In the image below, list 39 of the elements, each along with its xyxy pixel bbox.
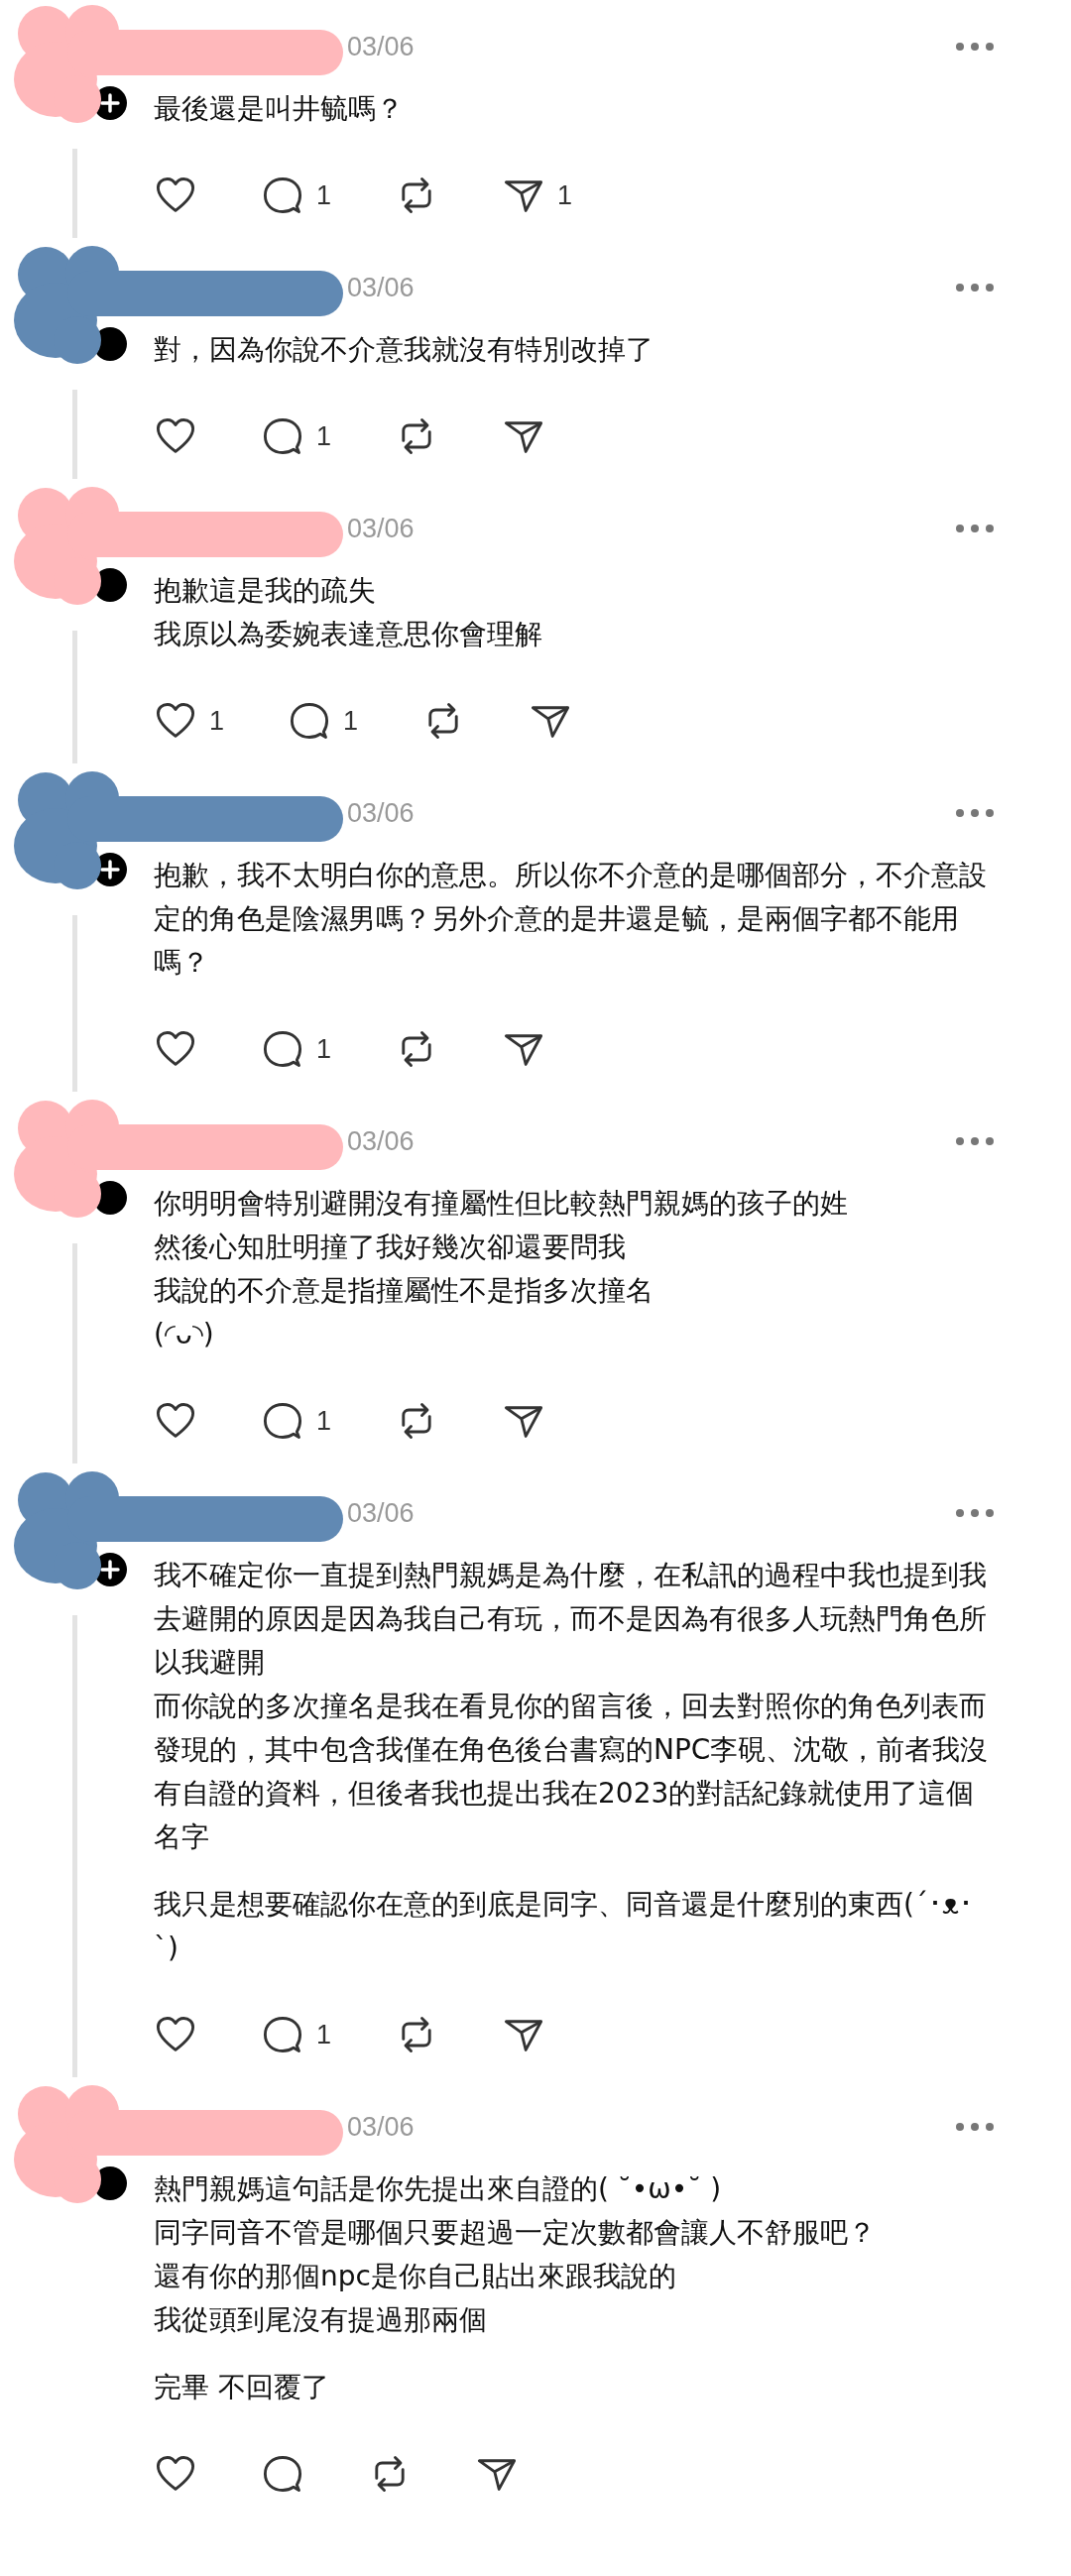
more-options-icon[interactable] (955, 808, 995, 818)
post-text: (◜ᴗ◝) (154, 1317, 215, 1352)
more-options-icon[interactable] (955, 1508, 995, 1518)
post-date: 03/06 (347, 272, 415, 303)
more-options-icon[interactable] (955, 283, 995, 293)
post-text: 我從頭到尾沒有提過那兩個 (154, 2302, 488, 2338)
post-text: 我不確定你一直提到熱門親媽是為什麼，在私訊的過程中我也提到我去避開的原因是因為我自己有玩，而不是因為有很多人玩熱門角色所以我避開 (154, 1558, 988, 1681)
post-text: 最後還是叫井毓嗎？ (154, 91, 405, 127)
share-count: 1 (557, 179, 573, 211)
post-date: 03/06 (347, 1125, 415, 1157)
reply-count: 1 (316, 179, 332, 211)
reply-count: 1 (316, 1405, 332, 1437)
post-text: 還有你的那個npc是你自己貼出來跟我說的 (154, 2259, 677, 2294)
post-date: 03/06 (347, 513, 415, 544)
post-text: 而你說的多次撞名是我在看見你的留言後，回去對照你的角色列表而發現的，其中包含我僅在角色後台書寫的NPC李硯、沈敬，前者我沒有自證的資料，但後者我也提出我在2023的對話紀錄就使用了這個名字 (154, 1689, 990, 1855)
reply-count: 1 (343, 705, 359, 737)
post-date: 03/06 (347, 2111, 415, 2143)
post-text: 同字同音不管是哪個只要超過一定次數都會讓人不舒服吧？ (154, 2215, 877, 2251)
post-text: 抱歉這是我的疏失 (154, 573, 377, 609)
reply-count: 1 (316, 2019, 332, 2050)
like-count: 1 (209, 705, 225, 737)
post-date: 03/06 (347, 31, 415, 62)
reply-count: 1 (316, 420, 332, 452)
post-text: 我說的不介意是指撞屬性不是指多次撞名 (154, 1273, 654, 1309)
post-date: 03/06 (347, 1497, 415, 1529)
post-text: 對，因為你說不介意我就沒有特別改掉了 (154, 332, 654, 368)
post-text: 然後心知肚明撞了我好幾次卻還要問我 (154, 1229, 627, 1265)
reply-count: 1 (316, 1033, 332, 1065)
post-text: 熱門親媽這句話是你先提出來自證的( ˘•ω•˘ ) (154, 2171, 723, 2207)
more-options-icon[interactable] (955, 42, 995, 52)
more-options-icon[interactable] (955, 524, 995, 533)
post-text: 我只是想要確認你在意的到底是同字、同音還是什麼別的東西(´･ᴥ･ `) (154, 1887, 974, 1966)
post-text: 你明明會特別避開沒有撞屬性但比較熱門親媽的孩子的姓 (154, 1186, 849, 1222)
post-text: 我原以為委婉表達意思你會理解 (154, 617, 543, 652)
post-date: 03/06 (347, 797, 415, 829)
more-options-icon[interactable] (955, 1136, 995, 1146)
more-options-icon[interactable] (955, 2122, 995, 2132)
post-text: 完畢 不回覆了 (154, 2370, 330, 2405)
post-text: 抱歉，我不太明白你的意思。所以你不介意的是哪個部分，不介意設定的角色是陰濕男嗎？另外介意的是井還是毓，是兩個字都不能用嗎？ (154, 858, 988, 981)
